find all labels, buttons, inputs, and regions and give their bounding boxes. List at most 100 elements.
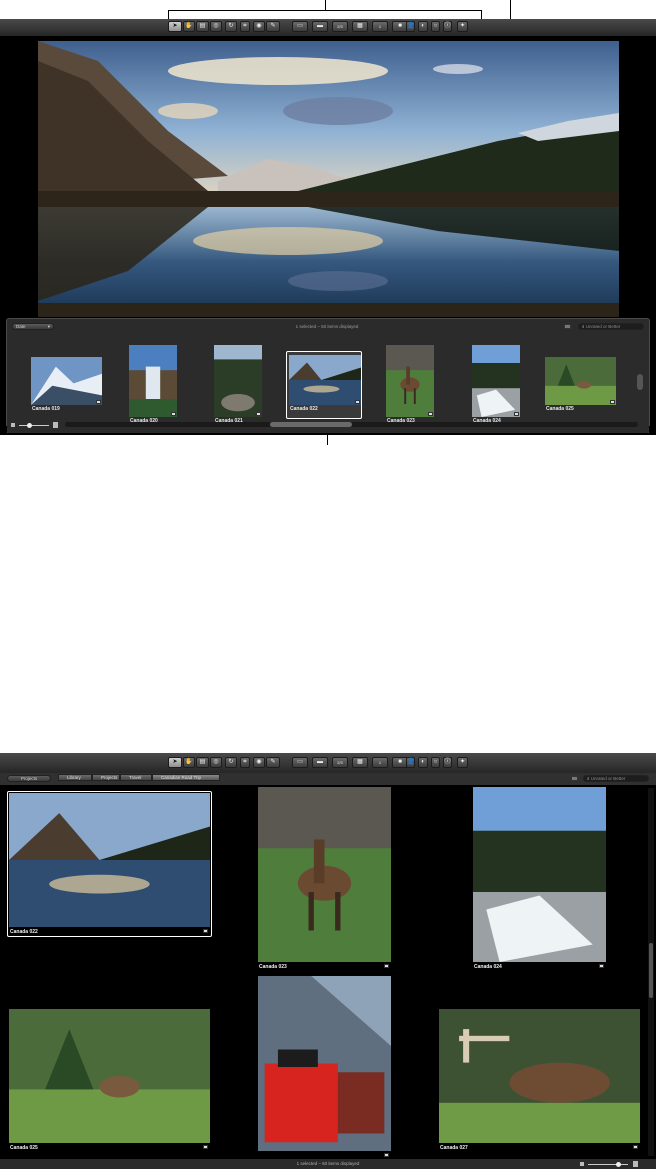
multi-view-button[interactable]: 2/3 (332, 21, 348, 32)
adjustments-button[interactable]: ◐ (418, 21, 428, 32)
hud-icon: ✦ (459, 23, 466, 29)
rotate-icon: ↻ (228, 759, 234, 765)
rotate-icon: ↻ (228, 23, 234, 29)
brush-button[interactable]: ✎ (266, 21, 280, 32)
rating-search-field[interactable]: ⌕ Unrated or Better (583, 775, 649, 782)
callout-bottom-line (6, 433, 650, 434)
grid-photo-image (9, 793, 210, 927)
grid-photo[interactable]: Canada 023 (258, 787, 391, 972)
thumbnail[interactable]: Canada 023 (386, 344, 434, 428)
hand-button[interactable]: ✋ (183, 757, 195, 768)
thumbnail-image (31, 357, 102, 405)
browser-button[interactable]: ▦ (352, 757, 368, 768)
bottom-screenshot: ➤ ✋ ▤ ◎ ↻ ⌗ ◉ ✎ ▭ ▬ 2/3 ▦ 1 ■ 👤 ◐ ○ ⓘ ✦ Projects Library P… (0, 753, 656, 1169)
search-placeholder: Unrated or Better (585, 324, 621, 329)
grid-photo[interactable]: Canada 022 (7, 791, 212, 937)
lift-button[interactable]: ○ (431, 757, 440, 768)
horizontal-scrollbar[interactable] (65, 422, 638, 427)
lift-button[interactable]: ○ (431, 21, 440, 32)
thumbnail-size-slider[interactable] (11, 422, 59, 429)
stack-icon: ▤ (199, 759, 206, 765)
split-button[interactable]: ▬ (312, 21, 328, 32)
split-button[interactable]: ▬ (312, 757, 328, 768)
breadcrumb-canadian-road-trip[interactable]: Canadian Road Trip (152, 774, 220, 781)
adjustments-button[interactable]: ◐ (418, 757, 428, 768)
pointer-button[interactable]: ➤ (168, 757, 182, 768)
single-view-button[interactable]: 1 (372, 21, 388, 32)
hud-button[interactable]: ✦ (457, 21, 468, 32)
adjusted-badge-icon (203, 1145, 208, 1149)
rating-search-field[interactable]: ⌕ Unrated or Better (578, 323, 644, 330)
hud-icon: ✦ (459, 759, 466, 765)
projects-button[interactable]: Projects (7, 775, 51, 782)
slider-knob[interactable] (27, 423, 32, 428)
stack-button[interactable]: ▤ (196, 757, 209, 768)
multi-view-button[interactable]: 2/3 (332, 757, 348, 768)
thumbnail[interactable]: Canada 020 (129, 344, 177, 428)
viewer-button[interactable]: ▭ (292, 757, 308, 768)
grid-photo[interactable]: Canada 024 (473, 787, 606, 972)
single-view-button[interactable]: 1 (372, 757, 388, 768)
filter-icon[interactable] (571, 776, 578, 781)
grid-photo[interactable]: Canada 027 (439, 1009, 640, 1153)
filmstrip-browser: Date ▾ 1 selected – 50 items displayed ⌕… (6, 318, 650, 434)
hand-icon: ✋ (185, 23, 193, 29)
grid-photo[interactable]: Canada 025 (9, 1009, 210, 1153)
browser-button[interactable]: ▦ (352, 21, 368, 32)
thumbnail[interactable]: Canada 021 (214, 344, 262, 428)
inspector-button[interactable]: 👤 (406, 757, 415, 768)
slider-track (19, 425, 49, 426)
breadcrumb-travel[interactable]: Travel (120, 774, 152, 781)
thumbnail[interactable]: Canada 022 (286, 351, 362, 419)
breadcrumb-library[interactable]: Library (58, 774, 92, 781)
grid-photo[interactable] (258, 976, 391, 1161)
adjusted-badge-icon (384, 1153, 389, 1157)
thumbnail[interactable]: Canada 025 (545, 356, 616, 416)
rotate-button[interactable]: ↻ (225, 21, 237, 32)
grid-photo-image (473, 787, 606, 962)
grid-photo-label: Canada 024 (474, 964, 502, 970)
hud-button[interactable]: ✦ (457, 757, 468, 768)
rotate-button[interactable]: ↻ (225, 757, 237, 768)
grid-scroll-thumb[interactable] (649, 943, 653, 998)
single-view-icon: 1 (378, 24, 382, 29)
breadcrumb-projects[interactable]: Projects (92, 774, 120, 781)
crop-button[interactable]: ⌗ (240, 21, 250, 32)
crop-button[interactable]: ⌗ (240, 757, 250, 768)
info-button[interactable]: ⓘ (443, 757, 452, 768)
hand-button[interactable]: ✋ (183, 21, 195, 32)
inspector-button[interactable]: 👤 (406, 21, 415, 32)
pointer-icon: ➤ (172, 23, 178, 29)
multi-view-icon: 2/3 (337, 760, 343, 765)
slider-knob[interactable] (616, 1162, 621, 1167)
info-button[interactable]: ⓘ (443, 21, 452, 32)
browser-icon: ▦ (357, 759, 363, 765)
small-thumb-icon (580, 1162, 584, 1166)
crop-icon: ⌗ (243, 23, 247, 29)
loupe-button[interactable]: ◎ (210, 21, 222, 32)
viewer-button[interactable]: ▭ (292, 21, 308, 32)
brush-button[interactable]: ✎ (266, 757, 280, 768)
pointer-button[interactable]: ➤ (168, 21, 182, 32)
main-photo-viewer[interactable] (38, 41, 619, 317)
viewer-window: ➤ ✋ ▤ ◎ ↻ ⌗ ◉ ✎ ▭ ▬ 2/3 ▦ 1 ■ 👤 ◐ ○ ⓘ ✦ (0, 19, 656, 435)
adjusted-badge-icon (610, 400, 615, 404)
sort-popup[interactable]: Date ▾ (12, 323, 54, 330)
filter-icon[interactable] (564, 324, 571, 329)
horizontal-scroll-thumb[interactable] (270, 422, 352, 427)
grid-scrollbar[interactable] (648, 788, 654, 1156)
stack-button[interactable]: ▤ (196, 21, 209, 32)
red-eye-button[interactable]: ◉ (253, 757, 265, 768)
adjusted-badge-icon (203, 929, 208, 933)
viewer-icon: ▭ (297, 23, 303, 29)
thumbnail[interactable]: Canada 019 (31, 356, 102, 416)
grid-photo-label: Canada 027 (440, 1145, 468, 1151)
loupe-button[interactable]: ◎ (210, 757, 222, 768)
vertical-scroll-knob[interactable] (637, 374, 643, 390)
red-eye-button[interactable]: ◉ (253, 21, 265, 32)
info-icon: ⓘ (444, 759, 451, 765)
thumbnail[interactable]: Canada 024 (472, 344, 520, 428)
adjusted-badge-icon (633, 1145, 638, 1149)
breadcrumb-label: Library (67, 775, 81, 780)
thumbnail-size-slider[interactable] (580, 1161, 640, 1167)
